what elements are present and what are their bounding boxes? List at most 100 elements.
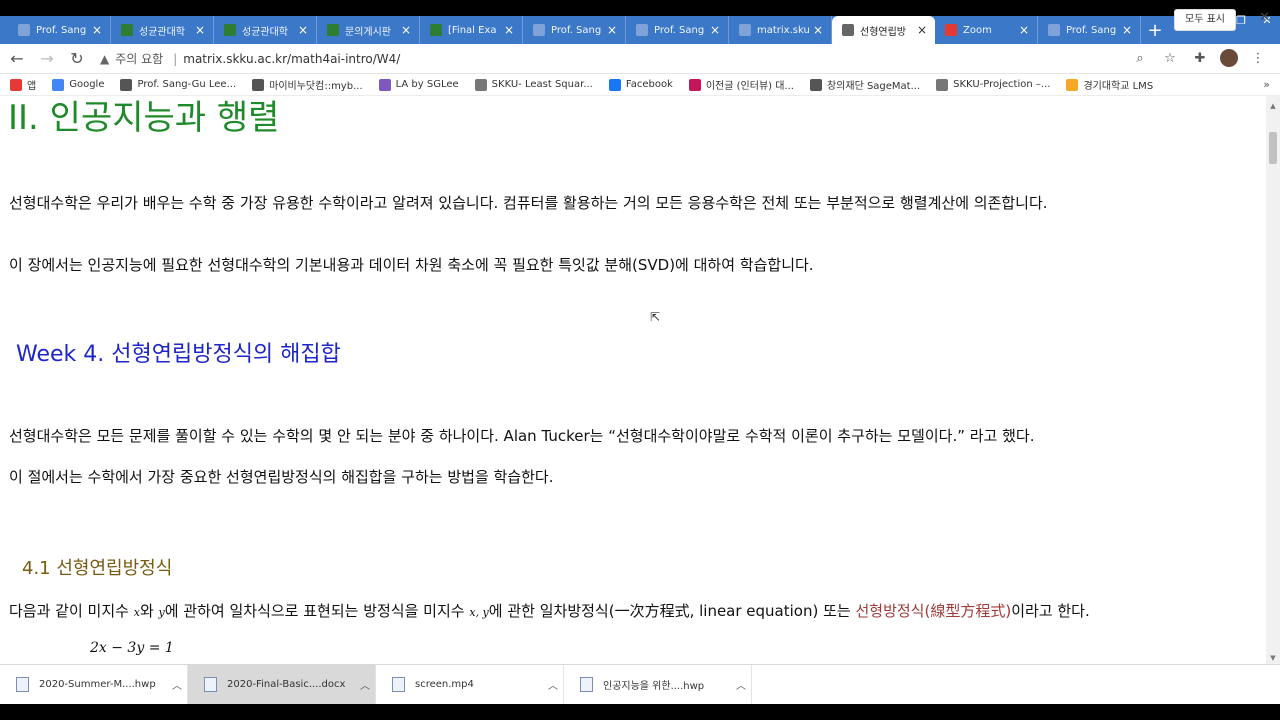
tab-6[interactable]: Prof. Sang × xyxy=(626,16,729,44)
chevron-up-icon[interactable]: ︿ xyxy=(543,677,563,692)
tab-close-icon[interactable]: × xyxy=(1017,23,1031,37)
intro-paragraph-1: 선형대수학은 우리가 배우는 수학 중 가장 유용한 수학이라고 알려져 있습니… xyxy=(9,194,1048,212)
bookmark-item[interactable]: SKKU- Least Squar... xyxy=(474,78,593,91)
bookmark-icon xyxy=(1066,78,1079,91)
scroll-down-icon[interactable]: ▼ xyxy=(1269,654,1277,662)
definition-text: 다음과 같이 미지수 xyxy=(9,602,134,620)
tab-close-icon[interactable]: × xyxy=(915,23,929,37)
insecure-label[interactable]: 주의 요함 xyxy=(115,50,163,67)
tab-4[interactable]: [Final Exa × xyxy=(420,16,523,44)
bookmark-item[interactable]: 앱 xyxy=(10,77,36,92)
tab-close-icon[interactable]: × xyxy=(811,23,825,37)
tab-close-icon[interactable]: × xyxy=(296,23,310,37)
star-icon[interactable]: ☆ xyxy=(1160,48,1180,68)
week-title: Week 4. 선형연립방정식의 해집합 xyxy=(16,342,341,367)
bookmark-icon xyxy=(52,78,65,91)
bookmark-item[interactable]: SKKU-Projection –... xyxy=(936,78,1051,91)
close-downloads-icon[interactable]: ✕ xyxy=(1259,10,1270,25)
download-item[interactable]: 2020-Final-Basic....docx ︿ xyxy=(188,664,376,705)
download-item[interactable]: screen.mp4 ︿ xyxy=(376,664,564,705)
favicon-icon xyxy=(533,24,545,36)
chapter-title: II. 인공지능과 행렬 xyxy=(8,98,280,138)
week-paragraph-1: 선형대수학은 모든 문제를 풀이할 수 있는 수학의 몇 안 되는 분야 중 하… xyxy=(9,427,1035,445)
bookmark-icon xyxy=(936,78,949,91)
tab-7[interactable]: matrix.sku × xyxy=(729,16,832,44)
tab-close-icon[interactable]: × xyxy=(502,23,516,37)
definition-text: 이라고 한다. xyxy=(1011,602,1090,620)
tab-label: 문의게시판 xyxy=(345,26,391,38)
tab-0[interactable]: Prof. Sang × xyxy=(8,16,111,44)
tab-label: Zoom xyxy=(963,24,992,36)
bookmark-label: 경기대학교 LMS xyxy=(1083,81,1154,92)
tab-8[interactable]: 선형연립방 × xyxy=(832,16,935,44)
math-xy: x, y xyxy=(469,606,489,619)
url-text[interactable]: matrix.skku.ac.kr/math4ai-intro/W4/ xyxy=(183,52,400,66)
avatar[interactable] xyxy=(1220,49,1238,67)
tab-10[interactable]: Prof. Sang × xyxy=(1038,16,1141,44)
scroll-thumb[interactable] xyxy=(1269,132,1277,164)
forward-button[interactable]: → xyxy=(34,46,60,72)
reload-icon: ↻ xyxy=(70,49,84,68)
download-item[interactable]: 인공지능을 위한....hwp ︿ xyxy=(564,664,752,705)
bookmark-item[interactable]: 창의재단 SageMat... xyxy=(809,77,921,92)
favicon-icon xyxy=(739,24,751,36)
chevron-up-icon[interactable]: ︿ xyxy=(167,677,187,692)
bookmarks-more-icon[interactable]: » xyxy=(1263,78,1270,91)
menu-icon[interactable]: ⋮ xyxy=(1248,48,1268,68)
mouse-cursor-icon: ⇱ xyxy=(650,310,661,324)
tab-label: Prof. Sang xyxy=(551,24,602,36)
bookmark-item[interactable]: Prof. Sang-Gu Lee... xyxy=(120,78,236,91)
tab-label: 선형연립방 xyxy=(860,26,906,38)
tab-close-icon[interactable]: × xyxy=(605,23,619,37)
bookmark-label: Facebook xyxy=(625,79,673,90)
chevron-up-icon[interactable]: ︿ xyxy=(731,677,751,692)
arrow-left-icon: ← xyxy=(10,49,24,68)
vertical-scrollbar[interactable]: ▲ ▼ xyxy=(1266,96,1280,664)
browser-toolbar: ← → ↻ ▲ 주의 요함 | matrix.skku.ac.kr/math4a… xyxy=(0,44,1280,74)
reload-button[interactable]: ↻ xyxy=(64,46,90,72)
equation: 2x − 3y = 1 xyxy=(90,640,174,656)
tab-label: Prof. Sang xyxy=(36,24,87,36)
bookmark-icon xyxy=(378,78,391,91)
bookmark-item[interactable]: LA by SGLee xyxy=(378,78,459,91)
new-tab-button[interactable]: + xyxy=(1141,16,1169,44)
bookmark-icon xyxy=(10,78,22,91)
bookmark-item[interactable]: 마이비누닷컴::myb... xyxy=(252,77,363,92)
download-item[interactable]: 2020-Summer-M....hwp ︿ xyxy=(0,664,188,705)
address-bar[interactable]: ▲ 주의 요함 | matrix.skku.ac.kr/math4ai-intr… xyxy=(100,47,1140,71)
bookmark-icon xyxy=(688,78,701,91)
file-icon xyxy=(16,677,29,692)
bookmark-item[interactable]: 경기대학교 LMS xyxy=(1066,77,1153,92)
scroll-up-icon[interactable]: ▲ xyxy=(1269,102,1277,110)
favicon-icon xyxy=(224,24,236,36)
tab-label: [Final Exa xyxy=(448,24,497,36)
bookmark-item[interactable]: Facebook xyxy=(608,78,673,91)
zoom-icon[interactable]: ⌕ xyxy=(1130,48,1150,68)
arrow-right-icon: → xyxy=(40,49,54,68)
bookmark-label: 창의재단 SageMat... xyxy=(826,81,921,92)
tab-close-icon[interactable]: × xyxy=(708,23,722,37)
top-black-bar xyxy=(0,0,1280,16)
tab-close-icon[interactable]: × xyxy=(193,23,207,37)
tab-3[interactable]: 문의게시판 × xyxy=(317,16,420,44)
tab-1[interactable]: 성균관대학 × xyxy=(111,16,214,44)
back-button[interactable]: ← xyxy=(4,46,30,72)
bookmark-item[interactable]: Google xyxy=(52,78,104,91)
tab-2[interactable]: 성균관대학 × xyxy=(214,16,317,44)
favicon-icon xyxy=(18,24,30,36)
tab-close-icon[interactable]: × xyxy=(90,23,104,37)
bookmark-item[interactable]: 이전글 (인터뷰) 대... xyxy=(688,77,794,92)
extensions-icon[interactable]: ✚ xyxy=(1190,48,1210,68)
week-paragraph-2: 이 절에서는 수학에서 가장 중요한 선형연립방정식의 해집합을 구하는 방법을… xyxy=(9,468,554,486)
tab-label: 성균관대학 xyxy=(139,26,185,38)
chevron-up-icon[interactable]: ︿ xyxy=(355,677,375,692)
tab-label: Prof. Sang xyxy=(654,24,705,36)
tab-5[interactable]: Prof. Sang × xyxy=(523,16,626,44)
tab-close-icon[interactable]: × xyxy=(399,23,413,37)
download-filename: screen.mp4 xyxy=(415,679,474,690)
bookmark-label: SKKU-Projection –... xyxy=(953,79,1051,90)
show-all-button[interactable]: 모두 표시 xyxy=(1174,9,1236,31)
tab-9[interactable]: Zoom × xyxy=(935,16,1038,44)
tab-close-icon[interactable]: × xyxy=(1120,23,1134,37)
tab-label: 성균관대학 xyxy=(242,26,288,38)
